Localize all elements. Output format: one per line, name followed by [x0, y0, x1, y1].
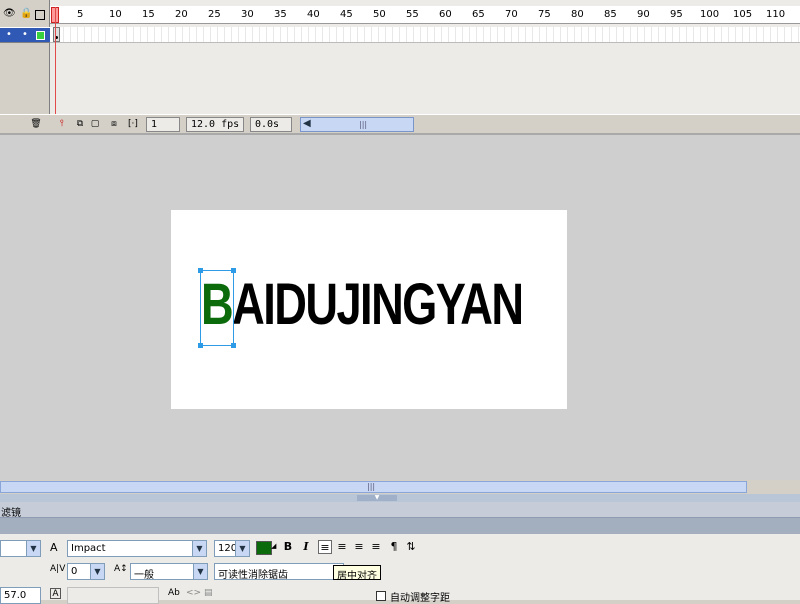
stage-canvas[interactable]: BAIDUJINGYAN — [171, 210, 567, 409]
layer-outline-icon[interactable] — [36, 31, 45, 40]
frame-number: 40 — [307, 9, 320, 20]
frame-number: 95 — [670, 9, 683, 20]
chevron-down-icon[interactable]: ▼ — [193, 564, 207, 579]
text-field[interactable]: BAIDUJINGYAN — [201, 276, 524, 334]
bold-button[interactable]: B — [281, 540, 295, 554]
frame-number: 90 — [637, 9, 650, 20]
html-icon[interactable]: <> — [186, 588, 201, 598]
text-type-select[interactable]: ▼ — [0, 540, 41, 557]
frame-number: 80 — [571, 9, 584, 20]
frame-number: 10 — [109, 9, 122, 20]
chevron-down-icon[interactable]: ▼ — [90, 564, 104, 579]
chevron-down-icon[interactable]: ▼ — [26, 541, 40, 556]
frame-number: 15 — [142, 9, 155, 20]
frame-number: 60 — [439, 9, 452, 20]
remaining-letters[interactable]: AIDUJINGYAN — [232, 272, 524, 337]
letter-spacing-icon: A|V — [50, 564, 66, 574]
frame-number: 110 — [766, 9, 786, 20]
layer-row[interactable]: • • — [0, 27, 50, 43]
x-position-value: 57.0 — [4, 590, 27, 601]
tooltip: 居中对齐 — [333, 565, 381, 582]
text-direction-icon[interactable]: ⇅ — [404, 540, 418, 554]
align-center-icon[interactable]: ≡ — [335, 540, 349, 554]
chevron-down-icon[interactable]: ▼ — [235, 541, 249, 556]
frame-rate-field: 12.0 fps — [186, 117, 244, 132]
baseline-select[interactable]: 一般 ▼ — [130, 563, 208, 580]
antialias-select[interactable]: 可读性消除锯齿 — [214, 563, 344, 580]
url-field[interactable] — [67, 587, 159, 604]
stage-area[interactable]: BAIDUJINGYAN — [0, 133, 800, 480]
x-position-field[interactable]: 57.0 — [0, 587, 41, 604]
edit-multiple-frames-icon[interactable]: ⧈ — [108, 118, 120, 130]
onion-skin-icon[interactable]: ⧉ — [74, 118, 86, 130]
scrollbar-track[interactable]: ||| — [0, 481, 747, 493]
frame-number: 105 — [733, 9, 753, 20]
align-right-icon[interactable]: ≡ — [352, 540, 366, 554]
visibility-dot-icon[interactable]: • — [6, 29, 12, 40]
antialias-value: 可读性消除锯齿 — [218, 570, 288, 580]
outline-icon[interactable] — [35, 10, 45, 20]
frame-ruler[interactable]: 1 5 10 15 20 25 30 35 40 45 50 55 60 65 … — [50, 6, 800, 24]
scroll-grip-icon[interactable]: ||| — [359, 120, 367, 129]
frame-number: 55 — [406, 9, 419, 20]
swatch-arrow-icon[interactable]: ◢ — [271, 542, 276, 550]
frame-number: 75 — [538, 9, 551, 20]
modify-onion-markers-icon[interactable]: [·] — [127, 118, 139, 130]
timeline-panel: 👁 🔒 • • 1 5 10 15 20 25 30 35 40 45 50 5… — [0, 0, 800, 133]
italic-button[interactable]: I — [299, 540, 313, 554]
chevron-down-icon[interactable]: ▼ — [192, 541, 206, 556]
frame-number: 85 — [604, 9, 617, 20]
onion-skin-outlines-icon[interactable]: ▢ — [89, 118, 101, 130]
elapsed-time-field: 0.0s — [250, 117, 292, 132]
paragraph-format-icon[interactable]: ¶ — [387, 540, 401, 554]
selectable-icon[interactable]: Ab — [168, 588, 180, 598]
frame-number: 30 — [241, 9, 254, 20]
panel-splitter[interactable]: ▼ — [0, 494, 800, 502]
border-icon[interactable]: ▤ — [204, 588, 213, 598]
timeline-scrollbar[interactable]: ◀ ||| — [300, 117, 414, 132]
lock-icon[interactable]: 🔒 — [20, 8, 32, 19]
frame-number: 35 — [274, 9, 287, 20]
resize-handle[interactable] — [231, 343, 236, 348]
collapse-arrow-icon[interactable]: ▼ — [357, 495, 397, 501]
text-icon[interactable]: A — [50, 588, 61, 599]
letter-spacing-value: 0 — [71, 566, 78, 577]
resize-handle[interactable] — [198, 343, 203, 348]
baseline-icon: A↕ — [114, 564, 128, 574]
frame-number: 65 — [472, 9, 485, 20]
delete-layer-icon[interactable]: 🗑 — [30, 118, 42, 130]
current-frame-field: 1 — [146, 117, 180, 132]
font-family-select[interactable]: Impact ▼ — [67, 540, 207, 557]
align-left-icon[interactable]: ≡ — [318, 540, 332, 554]
panel-header-strip — [0, 518, 800, 534]
font-icon: A — [50, 541, 58, 554]
stage-horizontal-scrollbar[interactable]: ||| — [0, 480, 800, 494]
auto-kern-label: 自动调整字距 — [390, 593, 450, 604]
frame-number: 20 — [175, 9, 188, 20]
lock-dot-icon[interactable]: • — [22, 29, 28, 40]
timeline-status-bar: 🗑 ⫯ ⧉ ▢ ⧈ [·] 1 12.0 fps 0.0s ◀ ||| — [0, 114, 800, 133]
align-justify-icon[interactable]: ≡ — [369, 540, 383, 554]
text-color-swatch[interactable] — [256, 541, 272, 555]
baseline-value: 一般 — [134, 570, 154, 580]
resize-handle[interactable] — [231, 268, 236, 273]
eye-icon[interactable]: 👁 — [3, 8, 16, 19]
selection-box[interactable] — [198, 268, 236, 348]
frame-number: 50 — [373, 9, 386, 20]
font-family-value: Impact — [71, 543, 106, 554]
frame-number: 100 — [700, 9, 720, 20]
frames-row[interactable] — [50, 27, 800, 43]
scroll-left-icon[interactable]: ◀ — [303, 118, 311, 129]
frame-number: 5 — [77, 9, 84, 20]
frame-number: 45 — [340, 9, 353, 20]
center-frame-icon[interactable]: ⫯ — [56, 118, 68, 130]
layer-header: 👁 🔒 — [0, 8, 50, 22]
letter-spacing-field[interactable]: 0 ▼ — [67, 563, 105, 580]
font-size-field[interactable]: 120 ▼ — [214, 540, 250, 557]
scroll-grip-icon[interactable]: ||| — [367, 482, 375, 491]
panel-tab-filters[interactable]: 滤镜 — [0, 502, 800, 519]
frame-number: 70 — [505, 9, 518, 20]
frame-number: 25 — [208, 9, 221, 20]
resize-handle[interactable] — [198, 268, 203, 273]
